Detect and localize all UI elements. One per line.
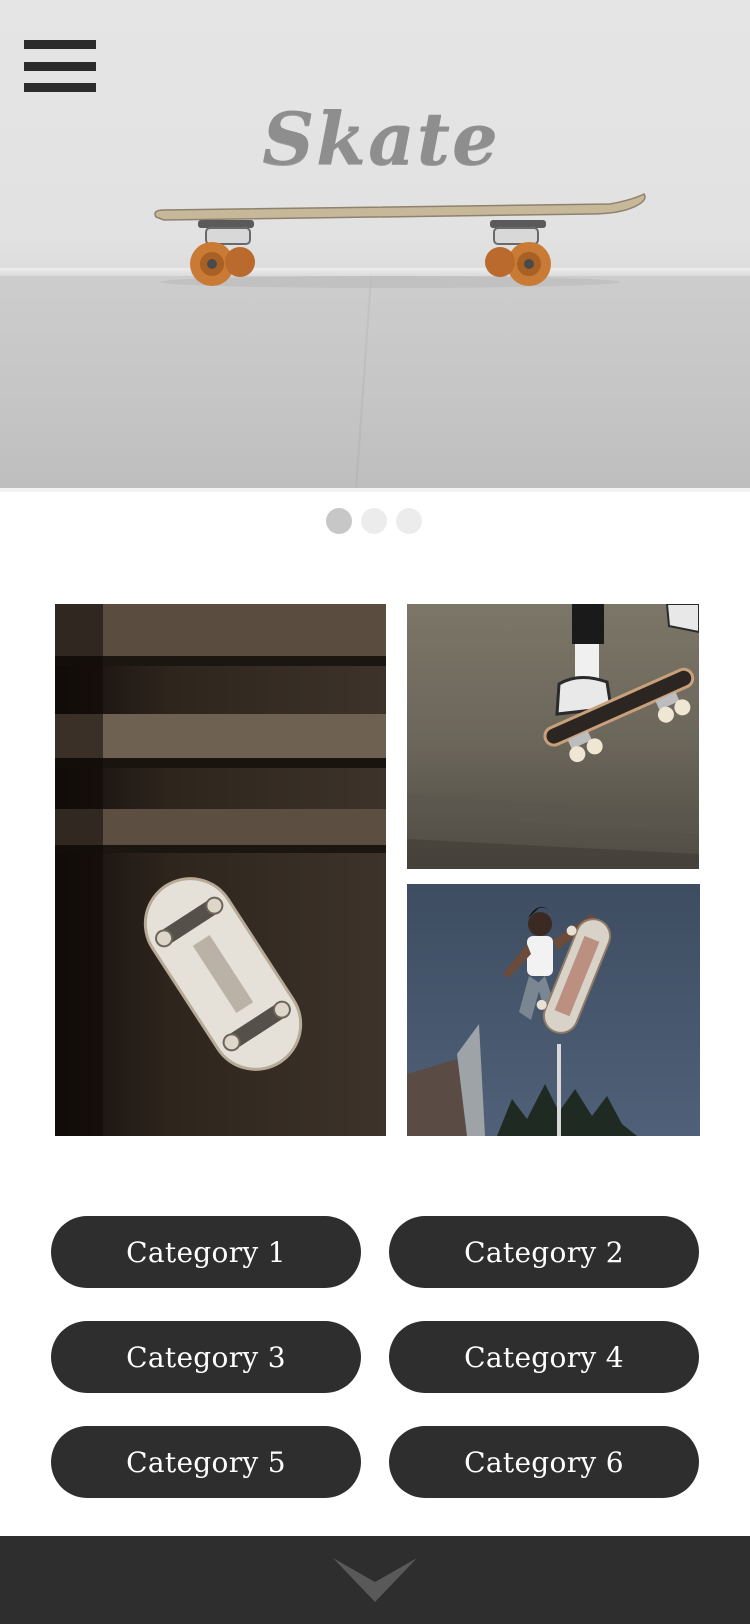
skateboard-illustration — [154, 193, 646, 288]
footer-bar — [0, 1536, 750, 1624]
menu-bar — [24, 40, 96, 49]
hero-floor — [0, 276, 750, 488]
chevron-down-icon[interactable] — [333, 1558, 417, 1604]
skateboard-on-stairs-photo[interactable] — [55, 604, 386, 1136]
category-button-3[interactable]: Category 3 — [51, 1321, 361, 1393]
carousel-dot-1[interactable] — [326, 508, 352, 534]
category-button-4[interactable]: Category 4 — [389, 1321, 699, 1393]
category-button-2[interactable]: Category 2 — [389, 1216, 699, 1288]
hero-divider — [0, 488, 750, 492]
brand-logo: Skate — [262, 96, 500, 181]
menu-bar — [24, 83, 96, 92]
category-button-1[interactable]: Category 1 — [51, 1216, 361, 1288]
carousel-dot-3[interactable] — [396, 508, 422, 534]
hamburger-menu-icon[interactable] — [24, 40, 96, 92]
skater-jumping-photo[interactable] — [407, 884, 700, 1136]
carousel-pagination — [326, 508, 422, 534]
hero-banner: Skate — [0, 0, 750, 488]
carousel-dot-2[interactable] — [361, 508, 387, 534]
category-button-5[interactable]: Category 5 — [51, 1426, 361, 1498]
category-button-6[interactable]: Category 6 — [389, 1426, 699, 1498]
menu-bar — [24, 61, 96, 71]
category-grid: Category 1 Category 2 Category 3 Categor… — [51, 1216, 699, 1498]
skater-feet-on-board-photo[interactable] — [407, 604, 699, 869]
